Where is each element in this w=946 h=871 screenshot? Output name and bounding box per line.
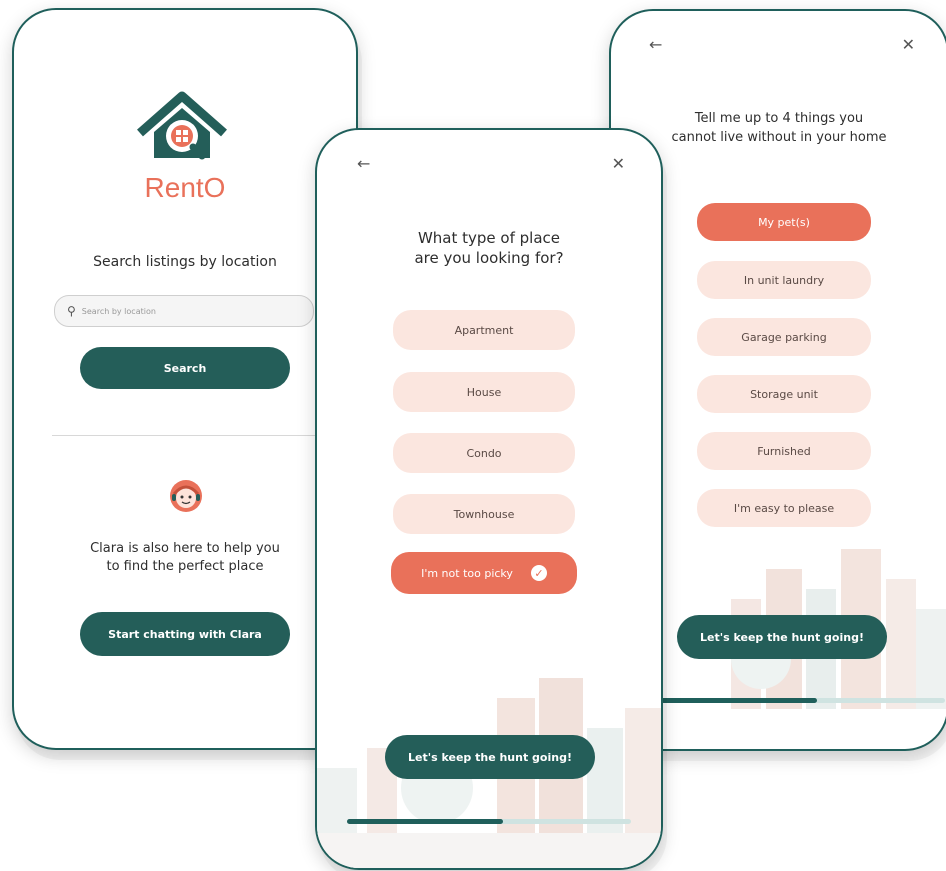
- question-line-2: cannot live without in your home: [671, 130, 887, 145]
- option-garage-parking[interactable]: Garage parking: [697, 318, 871, 356]
- question-title: What type of place are you looking for?: [317, 228, 661, 268]
- close-icon[interactable]: ✕: [902, 35, 915, 54]
- divider: [52, 435, 346, 436]
- option-storage-unit[interactable]: Storage unit: [697, 375, 871, 413]
- option-not-too-picky[interactable]: I'm not too picky ✓: [391, 552, 577, 594]
- question-title: Tell me up to 4 things you cannot live w…: [611, 109, 946, 147]
- option-easy-to-please[interactable]: I'm easy to please: [697, 489, 871, 527]
- option-apartment[interactable]: Apartment: [393, 310, 575, 350]
- search-input[interactable]: ⚲ Search by location: [54, 295, 314, 327]
- search-placeholder: Search by location: [81, 306, 156, 316]
- search-screen: RentO Search listings by location ⚲ Sear…: [12, 8, 358, 750]
- helper-line-1: Clara is also here to help you: [90, 541, 280, 556]
- continue-button[interactable]: Let's keep the hunt going!: [385, 735, 595, 779]
- close-icon[interactable]: ✕: [612, 154, 625, 173]
- option-condo[interactable]: Condo: [393, 433, 575, 473]
- option-townhouse[interactable]: Townhouse: [393, 494, 575, 534]
- option-my-pets[interactable]: My pet(s): [697, 203, 871, 241]
- option-furnished[interactable]: Furnished: [697, 432, 871, 470]
- option-label: I'm not too picky: [421, 566, 513, 580]
- back-arrow-icon[interactable]: ←: [357, 154, 370, 173]
- option-in-unit-laundry[interactable]: In unit laundry: [697, 261, 871, 299]
- helper-line-2: to find the perfect place: [106, 559, 264, 574]
- logo-wordmark: RentO: [144, 172, 226, 203]
- search-button[interactable]: Search: [80, 347, 290, 389]
- clara-avatar-icon: [170, 480, 202, 512]
- question-line-1: Tell me up to 4 things you: [694, 111, 864, 126]
- progress-bar: [347, 819, 504, 824]
- search-icon: ⚲: [67, 304, 76, 318]
- question-line-1: What type of place: [417, 229, 561, 247]
- start-chat-button[interactable]: Start chatting with Clara: [80, 612, 290, 656]
- check-icon: ✓: [530, 565, 547, 581]
- progress-bar: [661, 698, 818, 703]
- option-house[interactable]: House: [393, 372, 575, 412]
- clara-helper-text: Clara is also here to help you to find t…: [14, 540, 356, 576]
- back-arrow-icon[interactable]: ←: [649, 35, 662, 54]
- question-line-2: are you looking for?: [414, 249, 564, 267]
- place-type-screen: ← ✕ What type of place are you looking f…: [315, 128, 663, 870]
- search-heading: Search listings by location: [93, 254, 277, 270]
- continue-button[interactable]: Let's keep the hunt going!: [677, 615, 887, 659]
